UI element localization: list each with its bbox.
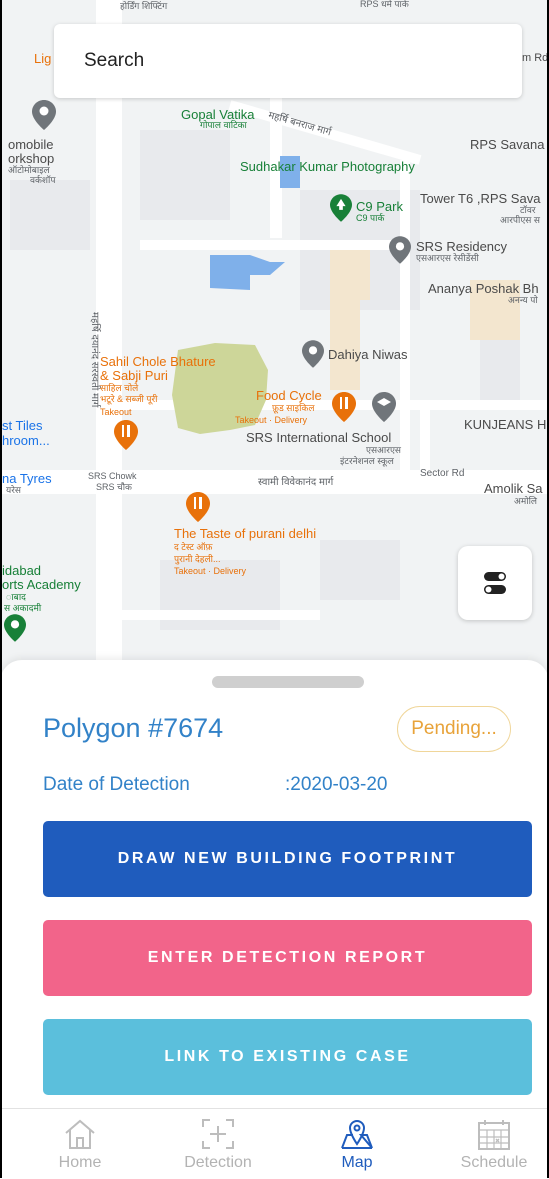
draw-footprint-button[interactable]: DRAW NEW BUILDING FOOTPRINT bbox=[43, 821, 532, 897]
park-pin-icon[interactable] bbox=[4, 614, 26, 642]
park-pin-icon[interactable] bbox=[330, 194, 352, 222]
map-label: Takeout bbox=[100, 407, 132, 417]
bottom-tab-bar: Home Detection Map Schedule bbox=[0, 1108, 549, 1179]
map-label: RPS Savana bbox=[470, 137, 545, 152]
road-label: स्वामी विवेकानंद मार्ग bbox=[258, 477, 334, 488]
map-label: फ़ूड साइकिल bbox=[272, 403, 315, 413]
map-label: Takeout · Delivery bbox=[174, 566, 247, 576]
search-input[interactable]: Search bbox=[54, 24, 522, 98]
map-label: इंटरनेशनल स्कूल bbox=[340, 456, 394, 466]
map-label: ाबाद bbox=[6, 592, 26, 602]
map-icon bbox=[341, 1120, 373, 1149]
polygon-detail-sheet: Polygon #7674 Pending... Date of Detecti… bbox=[0, 660, 549, 1178]
map-label: स अकादमी bbox=[4, 603, 42, 613]
map-label: Amolik Sa bbox=[484, 481, 543, 496]
map-label: होर्डिंग शिफ्टिंग bbox=[120, 1, 168, 11]
home-icon bbox=[65, 1119, 95, 1149]
map-pin-icon[interactable] bbox=[32, 100, 56, 130]
map-label: hroom... bbox=[2, 433, 50, 448]
date-label: Date of Detection bbox=[43, 774, 190, 795]
map-label: RPS धर्म पार्क bbox=[360, 0, 409, 9]
restaurant-pin-icon[interactable] bbox=[332, 392, 356, 422]
map-label: आरपीएस स bbox=[500, 215, 540, 225]
map-label: Sudhakar Kumar Photography bbox=[240, 159, 415, 174]
map-label: भटूरे & सब्जी पूरी bbox=[100, 394, 158, 404]
map-label: Takeout · Delivery bbox=[235, 415, 308, 425]
map-label: & Sabji Puri bbox=[100, 368, 168, 383]
status-badge-label: Pending... bbox=[411, 718, 497, 739]
map-label: Dahiya Niwas bbox=[328, 347, 408, 362]
search-placeholder: Search bbox=[84, 50, 145, 71]
tab-map[interactable]: Map bbox=[297, 1109, 417, 1179]
road-label: महर्षि दयानंद सरस्वती मार्ग bbox=[89, 312, 100, 408]
layers-toggle-button[interactable] bbox=[458, 546, 532, 620]
restaurant-pin-icon[interactable] bbox=[114, 420, 138, 450]
tab-home-label: Home bbox=[58, 1154, 102, 1171]
map-label: गोपाल वाटिका bbox=[200, 120, 247, 130]
tab-map-label: Map bbox=[341, 1154, 373, 1171]
map-label: अमोलि bbox=[514, 496, 538, 506]
map-label: KUNJEANS H bbox=[464, 417, 547, 432]
toggle-icon bbox=[484, 572, 506, 594]
schedule-icon bbox=[478, 1120, 510, 1150]
detection-icon bbox=[202, 1119, 234, 1149]
map-label: यरेस bbox=[6, 485, 21, 495]
map-label: पुरानी देहली... bbox=[174, 554, 221, 564]
map-label: m Rd bbox=[522, 52, 549, 64]
date-value: :2020-03-20 bbox=[285, 774, 388, 795]
map-label: Lig bbox=[34, 51, 52, 66]
map-label: The Taste of purani delhi bbox=[174, 526, 317, 541]
status-badge: Pending... bbox=[397, 706, 511, 752]
polygon-title: Polygon #7674 bbox=[43, 713, 224, 743]
restaurant-pin-icon[interactable] bbox=[186, 492, 210, 522]
map-view[interactable]: होर्डिंग शिफ्टिंग RPS धर्म पार्क Lig m R… bbox=[0, 0, 549, 690]
tab-detection-label: Detection bbox=[184, 1154, 252, 1171]
map-label: SRS Chowk bbox=[88, 471, 137, 481]
sheet-drag-handle[interactable] bbox=[212, 676, 364, 688]
map-pin-icon[interactable] bbox=[302, 340, 324, 368]
map-label: साहिल चोले bbox=[100, 383, 139, 393]
link-case-button[interactable]: LINK TO EXISTING CASE bbox=[43, 1019, 532, 1095]
tab-detection[interactable]: Detection bbox=[158, 1109, 278, 1179]
map-label: Food Cycle bbox=[256, 388, 322, 403]
school-pin-icon[interactable] bbox=[372, 392, 396, 422]
map-label: अनन्य पो bbox=[508, 295, 538, 305]
tab-schedule[interactable]: Schedule bbox=[434, 1109, 549, 1179]
map-label: वर्कशॉप bbox=[30, 175, 56, 185]
detection-report-button[interactable]: ENTER DETECTION REPORT bbox=[43, 920, 532, 996]
frame-border-left bbox=[0, 0, 2, 1178]
map-label: SRS चौक bbox=[96, 482, 132, 492]
map-label: SRS International School bbox=[246, 430, 392, 445]
tab-home[interactable]: Home bbox=[20, 1109, 140, 1179]
map-label: orts Academy bbox=[2, 577, 81, 592]
map-label: एसआरएस bbox=[366, 445, 402, 455]
map-label: एसआरएस रेसीडेंसी bbox=[416, 253, 479, 263]
map-label: st Tiles bbox=[2, 418, 43, 433]
road-label: Sector Rd bbox=[420, 468, 465, 479]
map-label: C9 पार्क bbox=[356, 213, 385, 223]
map-label: द टेस्ट ऑफ़ bbox=[174, 542, 213, 552]
tab-schedule-label: Schedule bbox=[460, 1154, 528, 1171]
map-pin-icon[interactable] bbox=[389, 236, 411, 264]
